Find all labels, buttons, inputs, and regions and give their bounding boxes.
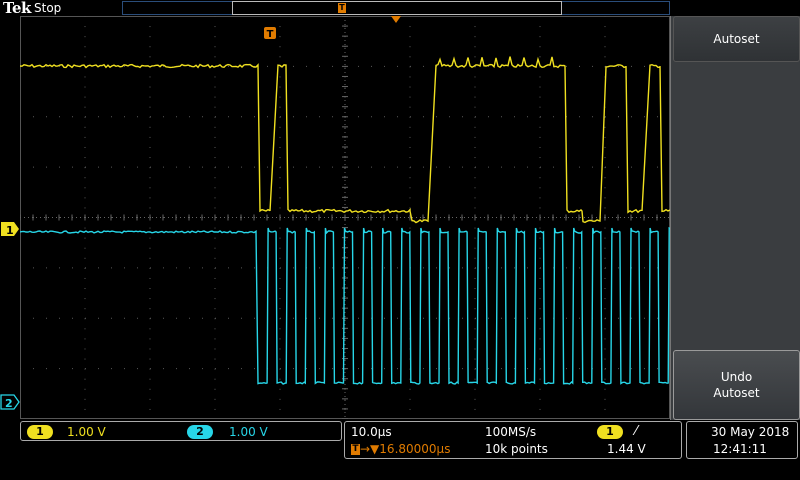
trigger-level[interactable]: 1.44 V xyxy=(607,442,646,456)
ch1-marker-label: 1 xyxy=(6,224,14,237)
trigger-delay-value: 16.80000µs xyxy=(379,442,451,456)
trigger-point-label: T xyxy=(267,29,274,40)
ch2-ground-marker: 2 xyxy=(0,394,20,410)
trigger-delay-readout[interactable]: T→▼16.80000µs xyxy=(351,442,450,456)
ch1-ground-marker: 1 xyxy=(1,222,19,237)
timebase-trigger-readout[interactable]: 10.0µs T→▼16.80000µs 100MS/s 10k points … xyxy=(344,421,682,459)
side-menu: Autoset Undo Autoset xyxy=(670,16,800,420)
ch2-chip[interactable]: 2 xyxy=(187,425,213,439)
top-status-bar: Tek Stop T xyxy=(0,0,800,17)
ch2-scale[interactable]: 1.00 V xyxy=(229,425,268,439)
bottom-status-bar: 1 1.00 V 2 1.00 V 10.0µs T→▼16.80000µs 1… xyxy=(0,420,800,480)
channel-markers: 1 2 xyxy=(0,222,20,410)
autoset-label: Autoset xyxy=(713,32,760,46)
ch1-scale[interactable]: 1.00 V xyxy=(67,425,106,439)
channel-readouts: 1 1.00 V 2 1.00 V xyxy=(20,421,342,441)
ch2-marker-label: 2 xyxy=(5,397,13,410)
date-time-readout: 30 May 2018 12:41:11 xyxy=(686,421,798,459)
autoset-button[interactable]: Autoset xyxy=(673,16,800,62)
trigger-slope-rising-icon: ⁄ xyxy=(635,424,638,439)
ch1-chip[interactable]: 1 xyxy=(27,425,53,439)
undo-label-line2: Autoset xyxy=(713,386,760,400)
trigger-delay-icon: T xyxy=(351,444,360,455)
record-trigger-icon: T xyxy=(338,3,346,13)
date-text: 30 May 2018 xyxy=(711,425,790,439)
waveform-display[interactable]: T xyxy=(20,16,670,419)
graticule-svg: T xyxy=(20,16,670,419)
delay-arrow-icon: →▼ xyxy=(360,442,380,456)
acquisition-state: Stop xyxy=(34,1,62,15)
undo-label-line1: Undo xyxy=(720,370,753,384)
horizontal-scale[interactable]: 10.0µs xyxy=(351,425,392,439)
trigger-source-chip[interactable]: 1 xyxy=(597,425,623,439)
record-length: 10k points xyxy=(485,442,548,456)
sample-rate: 100MS/s xyxy=(485,425,537,439)
time-text: 12:41:11 xyxy=(713,442,767,456)
trigger-position-icon xyxy=(391,16,401,23)
undo-autoset-button[interactable]: Undo Autoset xyxy=(673,350,800,420)
record-view-window[interactable] xyxy=(232,1,562,15)
